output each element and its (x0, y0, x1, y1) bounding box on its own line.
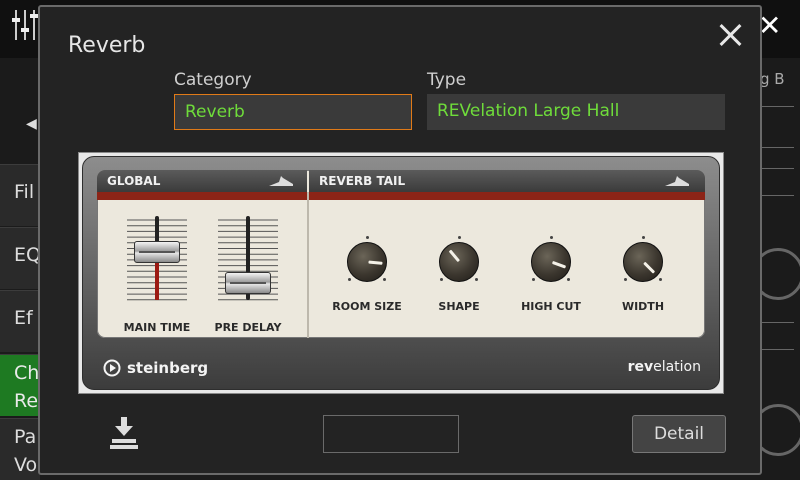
product-rest: elation (653, 359, 701, 375)
pre-delay-fader[interactable] (225, 271, 271, 294)
sidebar-item-part-volume[interactable]: Pa Vo (0, 418, 40, 480)
bg-right-label: g B (760, 70, 785, 88)
global-header-stripe (97, 192, 307, 200)
knob-scale-dot (659, 278, 663, 282)
bg-right-field[interactable] (760, 106, 794, 148)
plugin-footer: steinberg revelation (97, 355, 707, 383)
reverb-dialog: Reverb Category Reverb Type REVelation L… (38, 5, 762, 475)
global-title: GLOBAL (107, 174, 161, 188)
pre-delay-label: PRE DELAY (214, 321, 282, 334)
knob-scale-dot (641, 235, 645, 239)
knob-scale-dot (531, 278, 535, 282)
detail-button[interactable]: Detail (632, 415, 726, 453)
sidebar-item-eq[interactable]: EQ (0, 227, 40, 289)
dialog-title: Reverb (68, 33, 146, 58)
sidebar-item-filter[interactable]: Fil (0, 164, 40, 226)
close-icon[interactable] (712, 17, 748, 53)
bg-right-field[interactable] (760, 322, 794, 350)
bg-right-field[interactable] (760, 168, 794, 196)
main-time-label: MAIN TIME (123, 321, 191, 334)
category-field[interactable]: Reverb (174, 94, 412, 130)
ramp-icon (269, 176, 293, 186)
knob-scale-dot (365, 235, 369, 239)
width-knob[interactable] (617, 235, 669, 288)
room-size-label: ROOM SIZE (332, 300, 402, 313)
back-arrow-icon[interactable]: ◀ (26, 116, 37, 132)
category-label: Category (174, 70, 252, 90)
reverb-tail-header-stripe (309, 192, 705, 200)
shape-knob[interactable] (433, 235, 485, 288)
knob-scale-dot (549, 235, 553, 239)
width-label: WIDTH (621, 300, 665, 313)
type-field[interactable]: REVelation Large Hall (427, 94, 725, 130)
shape-label: SHAPE (438, 300, 480, 313)
plugin-face: GLOBAL REVERB TAIL MAIN TIME PRE DELAY R… (97, 170, 705, 338)
room-size-knob[interactable] (341, 235, 393, 288)
knob-scale-dot (383, 278, 387, 282)
brand-name: steinberg (127, 359, 209, 377)
reverb-tail-title: REVERB TAIL (319, 174, 406, 188)
empty-field[interactable] (323, 415, 459, 453)
knob-scale-dot (475, 278, 479, 282)
knob-scale-dot (347, 278, 351, 282)
main-time-fill (155, 262, 159, 300)
product-bold: rev (627, 359, 654, 375)
section-divider (307, 192, 309, 338)
main-time-fader[interactable] (134, 240, 180, 263)
plugin-body: GLOBAL REVERB TAIL MAIN TIME PRE DELAY R… (82, 156, 720, 390)
ramp-icon (665, 176, 689, 186)
knob-scale-dot (567, 278, 571, 282)
import-icon[interactable] (108, 415, 140, 451)
high-cut-label: HIGH CUT (521, 300, 581, 313)
plugin-panel: GLOBAL REVERB TAIL MAIN TIME PRE DELAY R… (78, 152, 724, 394)
knob-scale-dot (439, 278, 443, 282)
sidebar-item-effect[interactable]: Ef (0, 290, 40, 352)
steinberg-logo: steinberg (103, 357, 208, 379)
knob-scale-dot (623, 278, 627, 282)
high-cut-knob[interactable] (525, 235, 577, 288)
mixer-icon[interactable] (12, 8, 38, 42)
product-logo: revelation (628, 359, 701, 375)
knob-scale-dot (457, 235, 461, 239)
type-label: Type (427, 70, 467, 90)
sidebar-item-chorus-reverb[interactable]: Ch Re (0, 354, 40, 416)
play-circle-icon (103, 359, 121, 377)
